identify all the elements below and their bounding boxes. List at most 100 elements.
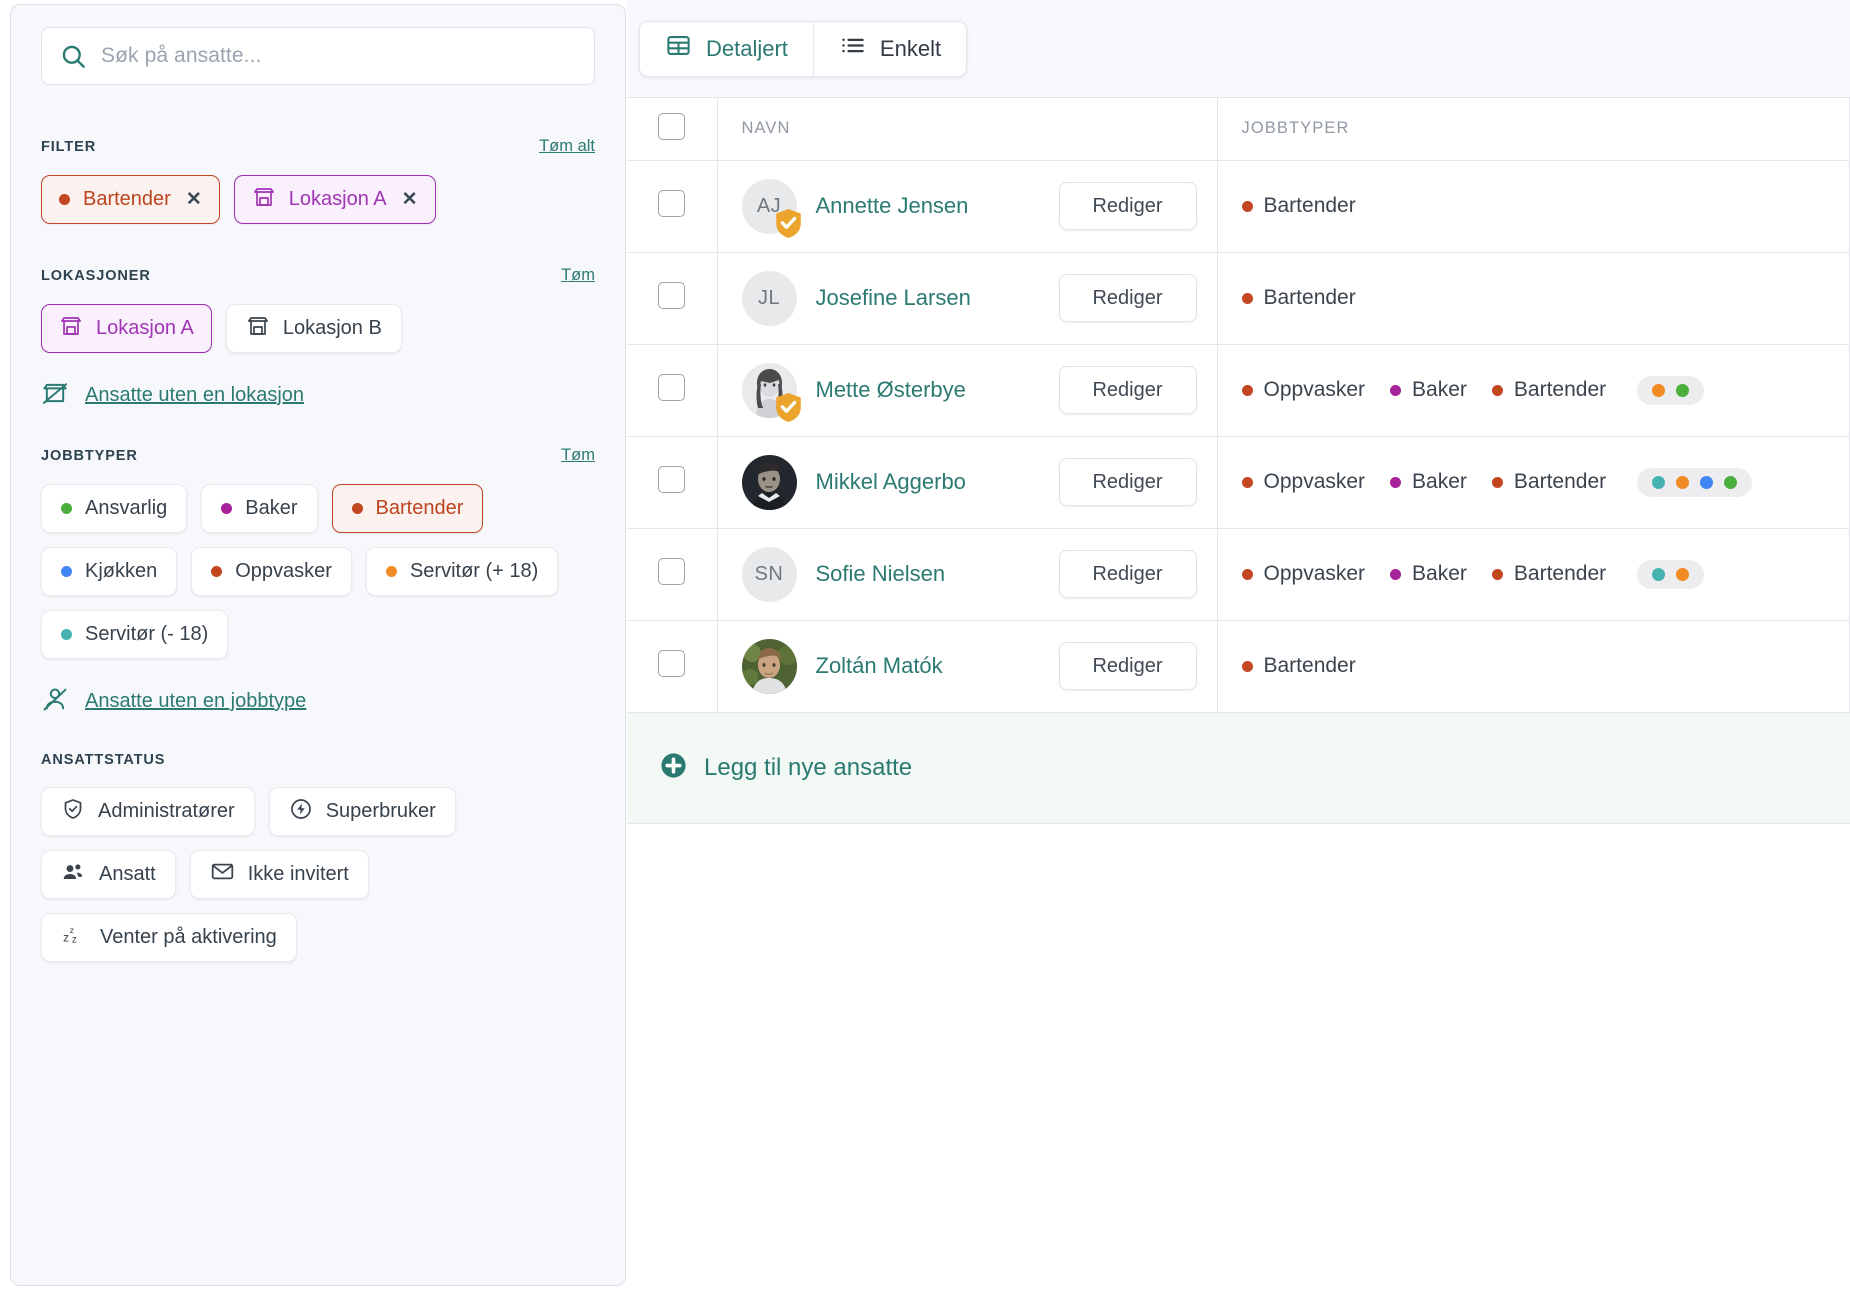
edit-button[interactable]: Rediger (1058, 274, 1197, 322)
employee-name-link[interactable]: Josefine Larsen (816, 285, 971, 311)
table-row[interactable]: Mette Østerbye Rediger Oppvasker Baker B… (627, 344, 1850, 437)
status-chip-label: Superbruker (325, 800, 436, 822)
avatar-photo (741, 454, 797, 510)
jobtype-chip-kjokken[interactable]: Kjøkken (41, 547, 178, 596)
jobtype-color-dot (1491, 476, 1503, 488)
jobtype-color-dot (1724, 475, 1738, 489)
jobtype-chip-servitor-plus-18[interactable]: Servitør (+ 18) (365, 547, 559, 596)
jobtype-color-dot (1676, 567, 1690, 581)
clear-jobtypes-link[interactable]: Tøm (561, 446, 595, 465)
row-select-cell (627, 344, 718, 437)
jobtype-tag: Oppvasker (1241, 470, 1365, 494)
tab-enkelt[interactable]: Enkelt (812, 21, 966, 76)
employee-name-link[interactable]: Sofie Nielsen (816, 561, 946, 587)
status-chip-ikke-invitert[interactable]: Ikke invitert (189, 850, 369, 899)
jobtype-overflow-pill[interactable] (1637, 467, 1753, 497)
row-checkbox[interactable] (658, 466, 686, 493)
location-chip-lokasjon-a[interactable]: Lokasjon A (41, 304, 212, 353)
jobtype-chip-label: Oppvasker (235, 560, 332, 582)
edit-button[interactable]: Rediger (1058, 458, 1197, 506)
active-filter-chip-lokasjon-a[interactable]: Lokasjon A ✕ (233, 175, 436, 224)
employee-status-chips: Administratører Superbruker Ansatt Ikke … (41, 787, 595, 962)
location-chip-label: Lokasjon B (282, 317, 382, 339)
jobtype-chips: Ansvarlig Baker Bartender Kjøkken Oppvas… (41, 484, 595, 659)
status-chip-label: Administratører (98, 800, 235, 822)
jobtype-chip-label: Baker (245, 497, 298, 519)
employees-without-location-link[interactable]: Ansatte uten en lokasjon (41, 379, 595, 412)
plus-circle-icon (659, 751, 688, 785)
jobtype-tag-label: Bartender (1513, 378, 1607, 401)
edit-button[interactable]: Rediger (1058, 642, 1197, 690)
edit-button[interactable]: Rediger (1058, 550, 1197, 598)
edit-button[interactable]: Rediger (1058, 366, 1197, 414)
row-checkbox[interactable] (658, 282, 686, 309)
employee-name-link[interactable]: Zoltán Matók (816, 653, 943, 679)
svg-text:z: z (63, 930, 69, 944)
users-icon (61, 859, 86, 890)
jobtype-chip-ansvarlig[interactable]: Ansvarlig (41, 484, 188, 533)
table-row[interactable]: AJ Annette Jensen Rediger Bartender (627, 160, 1850, 253)
row-checkbox[interactable] (658, 190, 686, 217)
edit-button[interactable]: Rediger (1058, 182, 1197, 230)
jobtypes-section: JOBBTYPER Tøm Ansvarlig Baker Bartender (41, 446, 595, 718)
jobtype-color-dot (351, 503, 363, 514)
jobtype-overflow-pill[interactable] (1637, 375, 1705, 405)
jobtype-color-dot (385, 566, 397, 577)
employees-without-location-label: Ansatte uten en lokasjon (85, 384, 305, 406)
jobtype-tag: Baker (1390, 470, 1467, 494)
jobtype-chip-label: Kjøkken (85, 560, 158, 582)
location-chip-lokasjon-b[interactable]: Lokasjon B (225, 304, 402, 353)
table-row[interactable]: Mikkel Aggerbo Rediger Oppvasker Baker B… (627, 436, 1850, 529)
row-name-cell: Mette Østerbye Rediger (717, 344, 1218, 437)
jobtype-tag: Bartender (1491, 562, 1606, 586)
table-row[interactable]: SN Sofie Nielsen Rediger Oppvasker Baker… (627, 528, 1850, 621)
jobtype-chip-oppvasker[interactable]: Oppvasker (191, 547, 352, 596)
store-icon (246, 314, 270, 344)
employee-name-link[interactable]: Mikkel Aggerbo (816, 469, 966, 495)
status-chip-superbruker[interactable]: Superbruker (268, 787, 456, 836)
table-row[interactable]: Zoltán Matók Rediger Bartender (627, 620, 1850, 713)
search-input[interactable]: Søk på ansatte... (41, 27, 595, 85)
locations-section: LOKASJONER Tøm Lokasjon A Lokasjon B Ans… (41, 266, 595, 412)
table-row[interactable]: JL Josefine Larsen Rediger Bartender (627, 252, 1850, 345)
row-checkbox[interactable] (658, 558, 686, 585)
column-header-jobbtyper: JOBBTYPER (1217, 98, 1850, 161)
jobtype-chip-servitor-minus-18[interactable]: Servitør (- 18) (41, 610, 229, 659)
clear-locations-link[interactable]: Tøm (561, 266, 595, 285)
employees-without-jobtype-link[interactable]: Ansatte uten en jobbtype (41, 685, 595, 718)
list-icon (839, 32, 866, 65)
employee-name-link[interactable]: Mette Østerbye (816, 377, 966, 403)
zzz-icon: z z z (61, 922, 87, 954)
jobtype-chip-bartender[interactable]: Bartender (331, 484, 484, 533)
remove-filter-icon[interactable]: ✕ (402, 190, 418, 209)
avatar: SN (741, 546, 797, 602)
row-jobtypes-cell: Oppvasker Baker Bartender (1217, 528, 1850, 621)
remove-filter-icon[interactable]: ✕ (186, 190, 202, 209)
add-new-employees-label: Legg til nye ansatte (704, 753, 913, 781)
add-new-employees-row[interactable]: Legg til nye ansatte (627, 712, 1850, 824)
clear-all-filters-link[interactable]: Tøm alt (539, 137, 595, 156)
avatar (741, 454, 797, 510)
row-checkbox[interactable] (658, 650, 686, 677)
store-off-icon (41, 379, 69, 412)
jobtype-overflow-pill[interactable] (1637, 559, 1705, 589)
jobtype-tag-label: Baker (1412, 470, 1467, 493)
row-jobtypes-cell: Bartender (1217, 160, 1850, 253)
avatar-initials: JL (757, 286, 781, 309)
select-all-checkbox[interactable] (658, 112, 686, 140)
filter-section-header: FILTER Tøm alt (41, 137, 595, 156)
avatar (741, 638, 797, 694)
row-checkbox[interactable] (658, 374, 686, 401)
jobtype-tag-label: Bartender (1263, 194, 1356, 217)
tab-detaljert[interactable]: Detaljert (640, 22, 813, 76)
user-off-icon (41, 685, 69, 718)
status-chip-ansatt[interactable]: Ansatt (41, 850, 176, 899)
row-jobtypes-cell: Bartender (1217, 620, 1850, 713)
employee-name-link[interactable]: Annette Jensen (816, 193, 969, 219)
jobtype-color-dot (1491, 384, 1503, 396)
jobtype-chip-baker[interactable]: Baker (201, 484, 318, 533)
status-chip-venter-pa-aktivering[interactable]: z z z Venter på aktivering (41, 913, 297, 962)
jobtype-tag: Oppvasker (1241, 562, 1365, 586)
status-chip-administratorer[interactable]: Administratører (41, 787, 255, 836)
active-filter-chip-bartender[interactable]: Bartender ✕ (41, 175, 220, 224)
